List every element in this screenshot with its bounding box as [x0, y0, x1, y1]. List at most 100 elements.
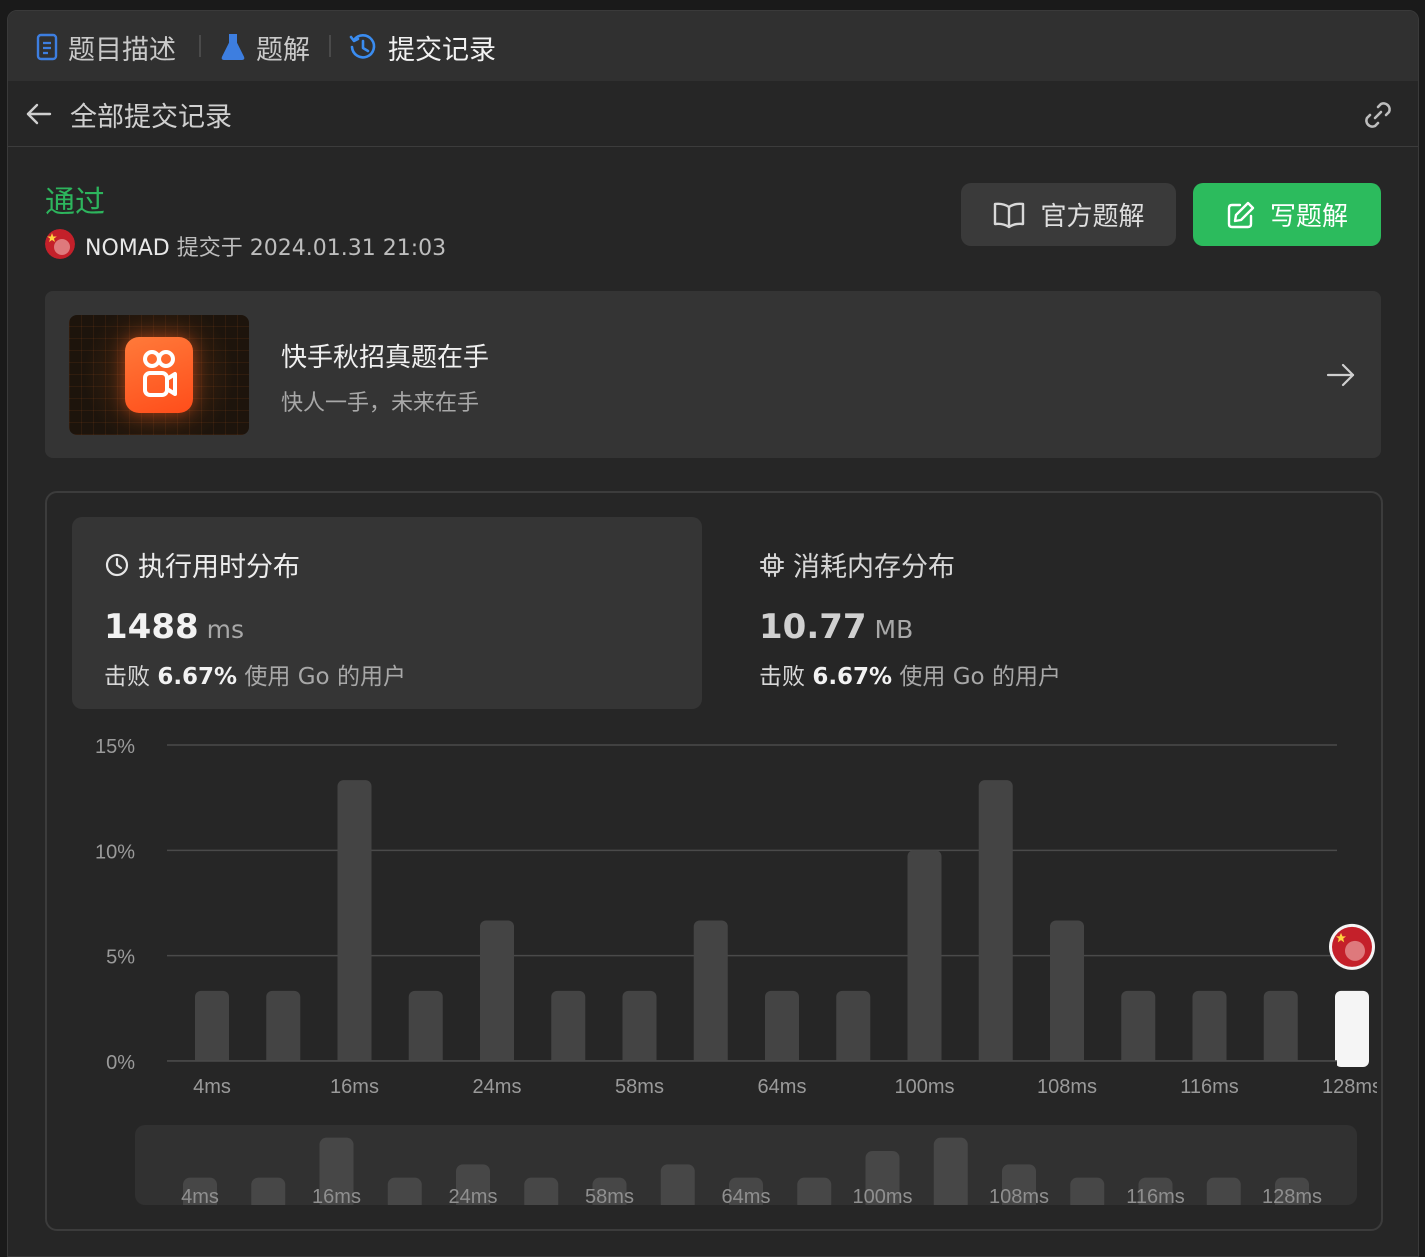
flask-icon: [221, 34, 245, 60]
navigator-ticks: 4ms 16ms 24ms 58ms 64ms 100ms 108ms 116ms 128ms: [181, 1186, 1322, 1208]
navigator-tick-label: 16ms: [312, 1186, 361, 1208]
chart-bar[interactable]: [408, 990, 443, 1067]
arrow-right-icon[interactable]: [1325, 359, 1357, 391]
tab-bar: 题目描述 题解 提交记录: [8, 11, 1418, 81]
memory-unit: MB: [874, 615, 914, 644]
navigator-tick-label: 100ms: [852, 1186, 912, 1208]
baseline-mask: [167, 1061, 1337, 1069]
x-tick-label: 64ms: [758, 1076, 807, 1098]
arrow-left-icon[interactable]: [24, 99, 54, 129]
history-icon: [349, 34, 376, 59]
x-tick-label: 108ms: [1037, 1076, 1097, 1098]
chart-bar-current[interactable]: [1335, 990, 1369, 1067]
status-label: 通过: [45, 185, 105, 220]
x-tick-label: 24ms: [473, 1076, 522, 1098]
submission-panel: 题目描述 题解 提交记录 全部提交记录 通过 NOMAD 提交于 2024.01…: [7, 10, 1419, 1257]
beats-percent: 6.67%: [812, 664, 893, 690]
username[interactable]: NOMAD: [85, 236, 170, 261]
y-tick-label: 0%: [106, 1052, 135, 1074]
navigator-tick-label: 4ms: [181, 1186, 219, 1208]
document-icon: [36, 33, 58, 61]
chart-bar[interactable]: [480, 920, 514, 1067]
navigator-tick-label: 108ms: [989, 1186, 1049, 1208]
promo-subtitle: 快人一手，未来在手: [281, 391, 480, 416]
navigator-tick-label: 128ms: [1262, 1186, 1322, 1208]
chart-bar[interactable]: [266, 990, 301, 1067]
chart-bar[interactable]: [1192, 990, 1227, 1067]
chart-bar[interactable]: [551, 990, 586, 1067]
kuaishou-logo-icon: [125, 337, 193, 413]
runtime-distribution-chart[interactable]: 0% 5% 10% 15% 4ms 16ms 24ms 58ms 64ms 100ms 108ms…: [47, 715, 1377, 1225]
write-solution-button[interactable]: 写题解: [1193, 183, 1381, 246]
sub-header: 全部提交记录: [8, 81, 1418, 147]
beats-suffix: 使用 Go 的用户: [899, 664, 1061, 690]
promo-thumbnail: [69, 315, 249, 435]
chart-bar[interactable]: [836, 990, 871, 1067]
y-axis-ticks: 0% 5% 10% 15%: [95, 736, 135, 1074]
promo-title: 快手秋招真题在手: [281, 343, 490, 373]
runtime-card[interactable]: 执行用时分布 1488 ms 击败 6.67% 使用 Go 的用户: [72, 517, 702, 709]
page-title: 全部提交记录: [70, 102, 232, 133]
tab-label: 提交记录: [388, 34, 496, 66]
tab-solutions[interactable]: 题解: [220, 29, 310, 66]
chip-icon: [760, 552, 784, 577]
distribution-section: 执行用时分布 1488 ms 击败 6.67% 使用 Go 的用户 消耗内存分布…: [45, 491, 1383, 1231]
runtime-beats: 击败 6.67% 使用 Go 的用户: [104, 657, 406, 691]
official-solution-button[interactable]: 官方题解: [961, 183, 1176, 246]
submitter-info: NOMAD 提交于 2024.01.31 21:03: [85, 230, 446, 262]
avatar-detail: [1345, 940, 1365, 961]
tab-description[interactable]: 题目描述: [36, 29, 176, 66]
x-tick-label: 58ms: [615, 1076, 664, 1098]
chart-bar[interactable]: [1050, 920, 1084, 1067]
link-icon[interactable]: [1360, 97, 1396, 133]
edit-icon: [1227, 201, 1255, 228]
submitted-label: 提交于: [176, 236, 243, 261]
chart-bar[interactable]: [622, 990, 657, 1067]
chart-bar[interactable]: [337, 780, 372, 1067]
runtime-heading: 执行用时分布: [104, 545, 300, 584]
memory-number: 10.77: [759, 607, 867, 647]
promo-banner[interactable]: 快手秋招真题在手 快人一手，未来在手: [45, 291, 1381, 458]
clock-icon: [105, 553, 129, 576]
tab-label: 题解: [256, 34, 310, 66]
navigator-bar: [660, 1164, 695, 1211]
tab-divider: [329, 35, 331, 57]
navigator-tick-label: 58ms: [585, 1186, 634, 1208]
user-position-marker: [1329, 923, 1375, 970]
button-label: 写题解: [1269, 202, 1348, 232]
tab-submissions[interactable]: 提交记录: [348, 29, 496, 66]
book-open-icon: [994, 202, 1025, 228]
chart-bar[interactable]: [1263, 990, 1298, 1067]
chart-bar[interactable]: [195, 990, 229, 1067]
navigator-bar: [933, 1137, 968, 1211]
navigator-tick-label: 24ms: [449, 1186, 498, 1208]
runtime-value: 1488 ms: [104, 607, 244, 647]
avatar[interactable]: [45, 229, 75, 259]
memory-card[interactable]: 消耗内存分布 10.77 MB 击败 6.67% 使用 Go 的用户: [727, 517, 1357, 709]
memory-title: 消耗内存分布: [793, 552, 955, 583]
x-tick-label: 128ms: [1322, 1076, 1377, 1098]
runtime-number: 1488: [104, 607, 199, 647]
y-tick-label: 15%: [95, 736, 135, 758]
x-axis-ticks: 4ms 16ms 24ms 58ms 64ms 100ms 108ms 116ms 128ms: [193, 1076, 1377, 1098]
chart-bar[interactable]: [978, 780, 1013, 1067]
x-tick-label: 116ms: [1180, 1076, 1239, 1098]
runtime-unit: ms: [206, 615, 245, 644]
chart-bar[interactable]: [1121, 990, 1156, 1067]
y-tick-label: 5%: [106, 947, 135, 969]
navigator-tick-label: 64ms: [722, 1186, 771, 1208]
tab-label: 题目描述: [68, 34, 176, 66]
chart-bar[interactable]: [907, 850, 942, 1067]
chart-bar[interactable]: [765, 990, 799, 1067]
tab-divider: [199, 35, 201, 57]
beats-percent: 6.67%: [157, 664, 238, 690]
memory-value: 10.77 MB: [759, 607, 913, 647]
memory-heading: 消耗内存分布: [759, 545, 955, 584]
runtime-title: 执行用时分布: [138, 552, 300, 583]
y-tick-label: 10%: [95, 841, 135, 863]
submit-time: 2024.01.31 21:03: [249, 236, 447, 261]
memory-beats: 击败 6.67% 使用 Go 的用户: [759, 657, 1061, 691]
button-label: 官方题解: [1040, 202, 1145, 232]
x-tick-label: 100ms: [894, 1076, 954, 1098]
chart-bar[interactable]: [693, 920, 728, 1067]
